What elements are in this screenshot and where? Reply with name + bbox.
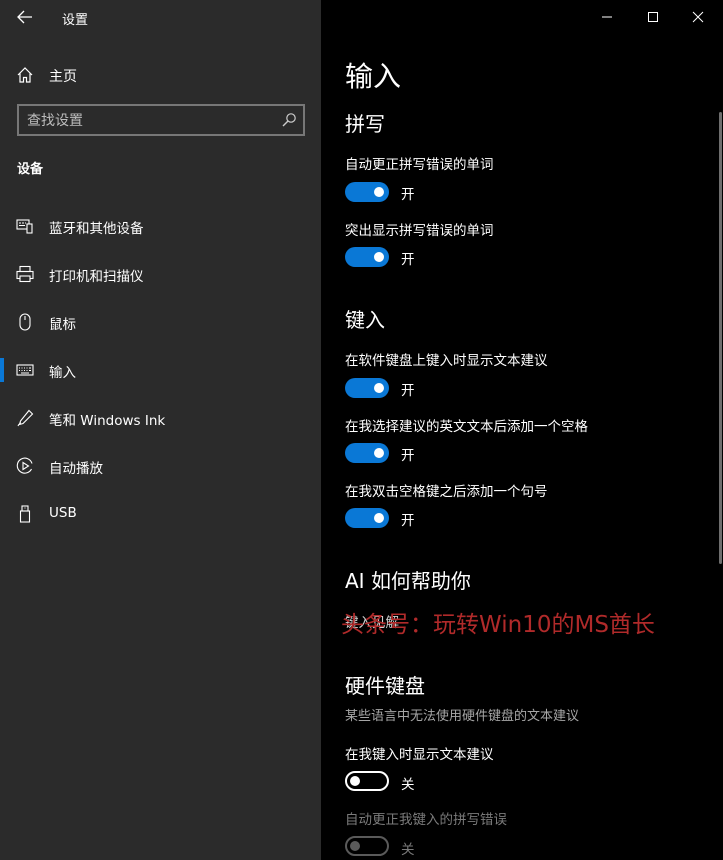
sidebar-item-label: 蓝牙和其他设备: [49, 221, 144, 237]
section-heading-ai: AI 如何帮助你: [345, 569, 471, 593]
back-button[interactable]: [10, 4, 40, 30]
sidebar-item-mouse[interactable]: 鼠标: [0, 302, 321, 342]
bluetooth-devices-icon: [16, 219, 33, 234]
sidebar-item-label: USB: [49, 505, 77, 521]
toggle-hardware-suggestions[interactable]: [345, 771, 389, 791]
option-label-hardware-autocorrect: 自动更正我键入的拼写错误: [345, 812, 507, 828]
toggle-knob: [374, 513, 384, 523]
toggle-state-label: 开: [401, 448, 415, 464]
toggle-hardware-autocorrect: [345, 836, 389, 856]
autoplay-icon: [16, 457, 33, 474]
toggle-state-label: 开: [401, 513, 415, 529]
toggle-state-label: 关: [401, 777, 415, 793]
sidebar-item-label: 笔和 Windows Ink: [49, 413, 166, 429]
search-icon[interactable]: [281, 112, 297, 128]
toggle-add-period[interactable]: [345, 508, 389, 528]
toggle-autocorrect[interactable]: [345, 182, 389, 202]
option-label-soft-keyboard-suggestions: 在软件键盘上键入时显示文本建议: [345, 353, 548, 369]
maximize-button[interactable]: [633, 4, 673, 30]
toggle-knob: [350, 776, 360, 786]
app-title: 设置: [62, 13, 89, 28]
toggle-state-label: 开: [401, 252, 415, 268]
minimize-icon: [602, 16, 612, 18]
sidebar-item-label: 输入: [49, 365, 76, 381]
hardware-keyboard-description: 某些语言中无法使用硬件键盘的文本建议: [345, 709, 580, 724]
usb-icon: [19, 505, 31, 523]
sidebar-item-printers[interactable]: 打印机和扫描仪: [0, 254, 321, 294]
option-label-hardware-suggestions: 在我键入时显示文本建议: [345, 747, 494, 763]
mouse-icon: [19, 313, 31, 331]
toggle-highlight-misspelled[interactable]: [345, 247, 389, 267]
toggle-knob: [374, 448, 384, 458]
sidebar-item-typing[interactable]: 输入: [0, 350, 321, 390]
option-label-add-period: 在我双击空格键之后添加一个句号: [345, 484, 548, 500]
close-icon: [692, 11, 704, 23]
scrollbar[interactable]: [719, 112, 722, 564]
sidebar: 设置 主页 设备 蓝牙和其他设备 打印机和扫描仪: [0, 0, 321, 860]
sidebar-item-pen[interactable]: 笔和 Windows Ink: [0, 398, 321, 438]
toggle-add-space[interactable]: [345, 443, 389, 463]
sidebar-item-label: 打印机和扫描仪: [49, 269, 144, 285]
toggle-knob: [374, 252, 384, 262]
toggle-state-label: 关: [401, 842, 415, 858]
search-box[interactable]: [17, 104, 305, 136]
toggle-knob: [374, 383, 384, 393]
search-input[interactable]: [27, 111, 267, 131]
minimize-button[interactable]: [587, 4, 627, 30]
section-heading-typing: 键入: [345, 308, 385, 332]
sidebar-item-bluetooth[interactable]: 蓝牙和其他设备: [0, 206, 321, 246]
sidebar-item-label: 鼠标: [49, 317, 76, 333]
main-content: 输入 拼写 自动更正拼写错误的单词 开 突出显示拼写错误的单词 开 键入 在软件…: [321, 0, 723, 860]
home-label: 主页: [49, 69, 77, 85]
pen-icon: [17, 409, 34, 427]
home-nav-item[interactable]: 主页: [0, 60, 321, 90]
watermark-text: 头条号：玩转Win10的MS酋长: [341, 612, 655, 638]
option-label-autocorrect: 自动更正拼写错误的单词: [345, 157, 494, 173]
page-title: 输入: [345, 60, 402, 93]
close-button[interactable]: [678, 4, 718, 30]
toggle-state-label: 开: [401, 383, 415, 399]
toggle-soft-keyboard-suggestions[interactable]: [345, 378, 389, 398]
section-heading-spelling: 拼写: [345, 112, 385, 136]
sidebar-item-autoplay[interactable]: 自动播放: [0, 446, 321, 486]
toggle-state-label: 开: [401, 187, 415, 203]
section-title: 设备: [17, 162, 44, 177]
option-label-highlight-misspelled: 突出显示拼写错误的单词: [345, 223, 494, 239]
toggle-knob: [350, 841, 360, 851]
home-icon: [17, 67, 33, 83]
section-heading-hardware-keyboard: 硬件键盘: [345, 674, 425, 698]
sidebar-item-usb[interactable]: USB: [0, 494, 321, 534]
printer-icon: [16, 265, 34, 283]
toggle-knob: [374, 187, 384, 197]
selected-indicator: [0, 358, 4, 382]
back-arrow-icon: [17, 10, 32, 24]
keyboard-icon: [16, 364, 34, 376]
option-label-add-space: 在我选择建议的英文文本后添加一个空格: [345, 419, 588, 435]
maximize-icon: [648, 12, 658, 22]
sidebar-item-label: 自动播放: [49, 461, 103, 477]
